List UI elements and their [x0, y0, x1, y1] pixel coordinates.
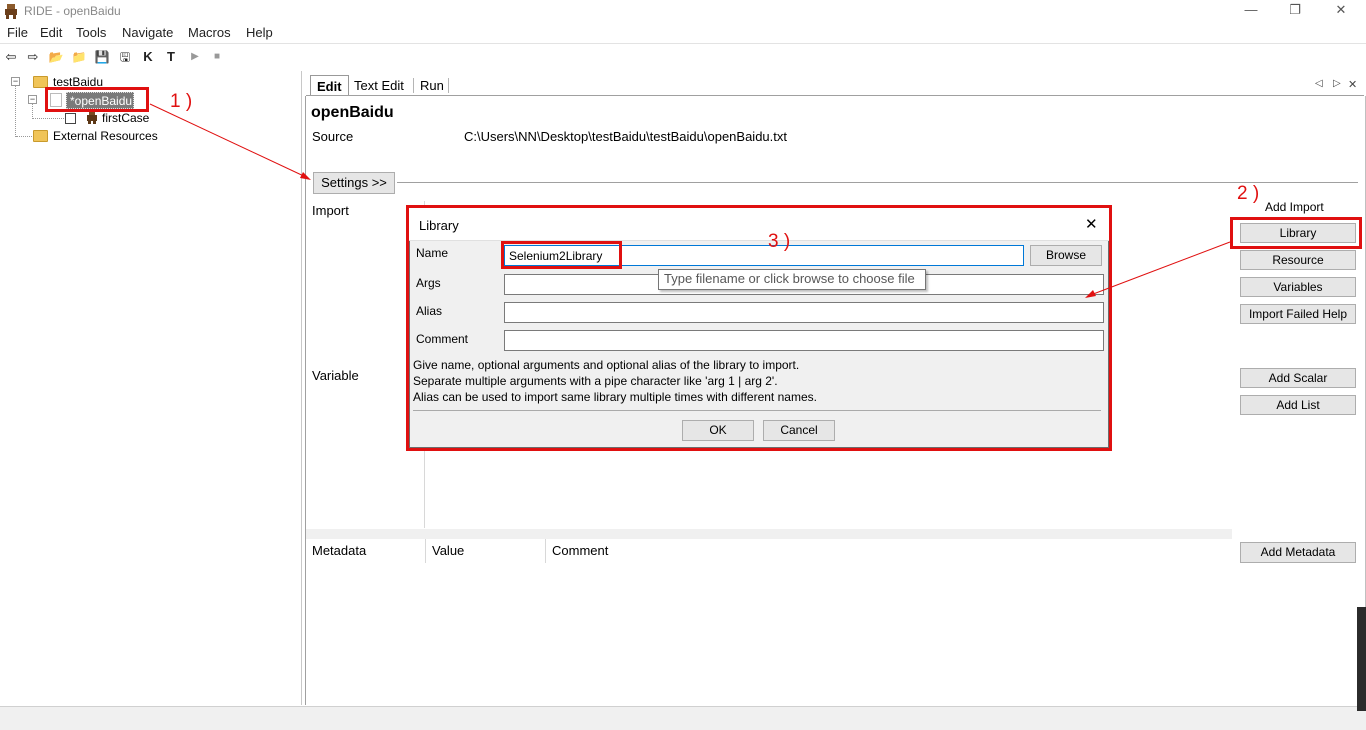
page-title: openBaidu [311, 104, 394, 121]
column-divider [425, 539, 426, 563]
restore-button[interactable]: ❐ [1285, 2, 1305, 20]
source-path: C:\Users\NN\Desktop\testBaidu\testBaidu\… [464, 129, 787, 144]
metadata-header-metadata: Metadata [312, 543, 367, 558]
save-icon[interactable]: 💾 [93, 47, 111, 67]
tree-connector [16, 136, 32, 137]
highlight-box-3 [501, 241, 622, 269]
tab-next-icon[interactable]: ▷ [1333, 78, 1341, 89]
variables-button[interactable]: Variables [1240, 277, 1356, 297]
tree-connector [32, 103, 33, 119]
ride-app-icon [5, 4, 17, 19]
tab-edit[interactable]: Edit [310, 75, 349, 96]
menu-macros[interactable]: Macros [188, 25, 231, 40]
menu-bar: File Edit Tools Navigate Macros Help [0, 22, 1366, 42]
annotation-1: 1 ) [170, 91, 193, 112]
menu-tools[interactable]: Tools [76, 25, 106, 40]
tab-prev-icon[interactable]: ◁ [1315, 78, 1323, 89]
tree-item-firstcase[interactable]: firstCase [102, 111, 149, 125]
tab-divider [448, 78, 449, 93]
highlight-box-2 [1230, 217, 1362, 249]
tab-text-edit[interactable]: Text Edit [348, 75, 410, 96]
add-metadata-button[interactable]: Add Metadata [1240, 542, 1356, 563]
title-bar: RIDE - openBaidu — ❐ ✕ [0, 0, 1366, 22]
minimize-button[interactable]: — [1241, 2, 1261, 20]
tree-item-external-resources[interactable]: External Resources [53, 129, 158, 143]
settings-separator [397, 182, 1358, 183]
annotation-3: 3 ) [768, 231, 791, 252]
run-icon[interactable]: ▶ [186, 47, 204, 67]
column-divider [545, 539, 546, 563]
import-failed-help-button[interactable]: Import Failed Help [1240, 304, 1356, 324]
back-icon[interactable]: ⇦ [2, 47, 20, 67]
project-tree: − testBaidu − firstCase External Resourc… [0, 71, 302, 705]
tab-baseline [306, 95, 1364, 96]
add-import-label: Add Import [1265, 200, 1324, 214]
tab-run[interactable]: Run [414, 75, 450, 96]
ride-window: RIDE - openBaidu — ❐ ✕ File Edit Tools N… [0, 0, 1366, 730]
open-project-icon[interactable]: 📂 [47, 47, 65, 67]
close-window-button[interactable]: ✕ [1331, 2, 1351, 20]
folder-icon [33, 130, 48, 142]
window-title: RIDE - openBaidu [24, 4, 121, 18]
resource-button[interactable]: Resource [1240, 250, 1356, 270]
save-all-icon[interactable]: 🖫 [116, 47, 134, 67]
menu-navigate[interactable]: Navigate [122, 25, 173, 40]
side-indicator [1357, 607, 1366, 711]
tab-close-icon[interactable]: ✕ [1348, 78, 1357, 91]
collapse-icon[interactable]: − [11, 77, 20, 86]
add-list-button[interactable]: Add List [1240, 395, 1356, 415]
stop-icon[interactable]: ■ [208, 47, 226, 67]
settings-button[interactable]: Settings >> [313, 172, 395, 194]
search-keywords-icon[interactable]: K [139, 47, 157, 67]
metadata-header-comment: Comment [552, 543, 609, 558]
collapse-icon[interactable]: − [28, 95, 37, 104]
status-bar [0, 706, 1366, 730]
forward-icon[interactable]: ⇨ [24, 47, 42, 67]
search-tests-icon[interactable]: T [162, 47, 180, 67]
tree-connector [15, 85, 16, 137]
section-gap [306, 529, 1232, 539]
add-scalar-button[interactable]: Add Scalar [1240, 368, 1356, 388]
toolbar: ⇦ ⇨ 📂 📁 💾 🖫 K T ▶ ■ [0, 43, 1366, 70]
robot-icon [87, 111, 97, 124]
open-folder-icon[interactable]: 📁 [70, 47, 88, 67]
testcase-checkbox[interactable] [65, 113, 76, 124]
source-label: Source [312, 129, 354, 144]
import-label: Import [312, 203, 349, 218]
annotation-2: 2 ) [1237, 183, 1260, 204]
highlight-box-1 [45, 87, 149, 112]
menu-help[interactable]: Help [246, 25, 273, 40]
metadata-grid[interactable]: Metadata Value Comment [306, 539, 1232, 705]
menu-file[interactable]: File [7, 25, 28, 40]
menu-edit[interactable]: Edit [40, 25, 62, 40]
metadata-header-value: Value [432, 543, 465, 558]
variable-label: Variable [312, 368, 359, 383]
